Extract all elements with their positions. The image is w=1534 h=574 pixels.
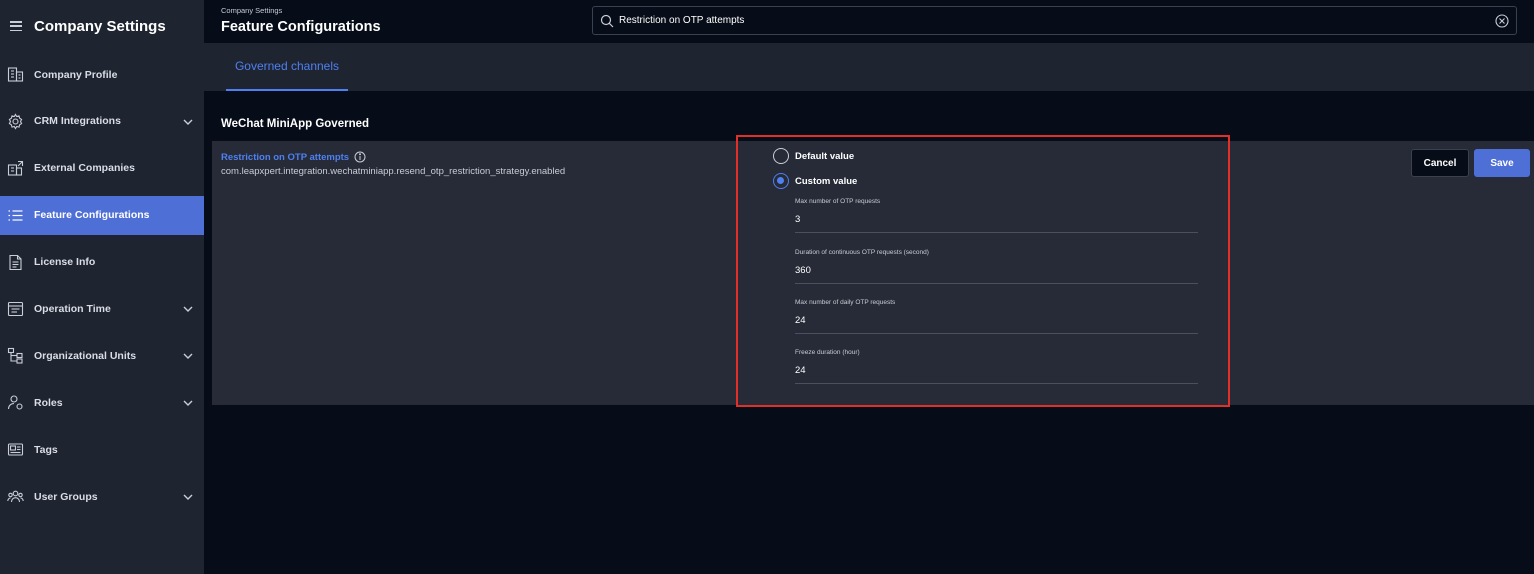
field-label: Duration of continuous OTP requests (sec… [795, 249, 929, 256]
sidebar-nav: Company Profile CRM Integrations Externa… [0, 55, 204, 524]
field-value[interactable]: 24 [795, 365, 1198, 384]
config-name: Restriction on OTP attempts [221, 151, 366, 163]
sidebar-item-tags[interactable]: Tags [0, 430, 204, 469]
hierarchy-icon [7, 347, 24, 364]
sidebar-item-operation-time[interactable]: Operation Time [0, 289, 204, 328]
field-label: Max number of OTP requests [795, 198, 881, 205]
hamburger-menu-icon[interactable] [10, 21, 22, 31]
sidebar-item-label: Tags [34, 443, 58, 456]
sidebar-item-crm-integrations[interactable]: CRM Integrations [0, 102, 204, 141]
tag-icon [7, 441, 24, 458]
radio-label: Custom value [795, 175, 858, 187]
section-title: WeChat MiniApp Governed [221, 118, 370, 130]
chevron-down-icon[interactable] [182, 490, 194, 502]
info-icon[interactable] [354, 151, 366, 163]
sidebar-item-label: Operation Time [34, 302, 111, 315]
user-role-icon [7, 394, 24, 411]
chevron-down-icon[interactable] [182, 302, 194, 314]
field-duration-continuous[interactable]: Duration of continuous OTP requests (sec… [795, 249, 1198, 284]
field-freeze-duration[interactable]: Freeze duration (hour) 24 [795, 349, 1198, 384]
sidebar-item-label: Company Profile [34, 68, 118, 81]
field-label: Max number of daily OTP requests [795, 299, 896, 306]
external-building-icon [7, 160, 24, 177]
sidebar-item-label: Roles [34, 396, 63, 409]
sidebar-item-label: External Companies [34, 162, 135, 175]
page-title: Feature Configurations [221, 19, 381, 35]
sidebar-item-license-info[interactable]: License Info [0, 243, 204, 282]
field-value[interactable]: 3 [795, 214, 1198, 233]
calendar-icon [7, 300, 24, 317]
top-bar: Company Settings Feature Configurations [204, 0, 1534, 43]
building-icon [7, 66, 24, 83]
clear-search-icon[interactable] [1495, 14, 1509, 28]
search-box[interactable] [592, 6, 1517, 35]
field-max-otp-requests[interactable]: Max number of OTP requests 3 [795, 198, 1198, 233]
radio-label: Default value [795, 150, 855, 162]
save-button[interactable]: Save [1474, 149, 1530, 177]
config-key: com.leapxpert.integration.wechatminiapp.… [221, 166, 566, 177]
app-title: Company Settings [34, 17, 166, 35]
field-value[interactable]: 24 [795, 315, 1198, 334]
tab-bar: Governed channels [204, 43, 1534, 91]
tab-governed-channels[interactable]: Governed channels [226, 43, 348, 91]
cancel-button[interactable]: Cancel [1411, 149, 1469, 177]
sidebar: Company Settings Company Profile CRM Int… [0, 0, 204, 574]
radio-custom-value[interactable]: Custom value [773, 173, 857, 189]
radio-button-checked[interactable] [773, 173, 789, 189]
sidebar-item-label: License Info [34, 256, 96, 269]
chevron-down-icon[interactable] [182, 115, 194, 127]
sidebar-item-external-companies[interactable]: External Companies [0, 149, 204, 188]
sidebar-item-roles[interactable]: Roles [0, 383, 204, 422]
sidebar-item-organizational-units[interactable]: Organizational Units [0, 336, 204, 375]
sidebar-item-label: Feature Configurations [34, 209, 150, 222]
sidebar-item-user-groups[interactable]: User Groups [0, 477, 204, 516]
field-value[interactable]: 360 [795, 265, 1198, 284]
search-input[interactable] [619, 15, 1479, 26]
search-icon [600, 14, 614, 27]
breadcrumb[interactable]: Company Settings [221, 6, 282, 15]
sidebar-item-company-profile[interactable]: Company Profile [0, 55, 204, 94]
gear-icon [7, 113, 24, 130]
chevron-down-icon[interactable] [182, 396, 194, 408]
document-icon [7, 254, 24, 271]
field-label: Freeze duration (hour) [795, 349, 860, 356]
sidebar-item-label: Organizational Units [34, 349, 137, 362]
radio-default-value[interactable]: Default value [773, 148, 854, 164]
field-max-daily-otp[interactable]: Max number of daily OTP requests 24 [795, 299, 1198, 334]
users-icon [7, 488, 24, 505]
sidebar-item-label: CRM Integrations [34, 115, 121, 128]
sidebar-item-label: User Groups [34, 490, 98, 503]
config-name-label: Restriction on OTP attempts [221, 151, 350, 163]
chevron-down-icon[interactable] [182, 349, 194, 361]
sidebar-item-feature-configurations[interactable]: Feature Configurations [0, 195, 204, 235]
sidebar-header: Company Settings [0, 0, 204, 52]
radio-button[interactable] [773, 148, 789, 164]
list-icon [7, 207, 24, 224]
